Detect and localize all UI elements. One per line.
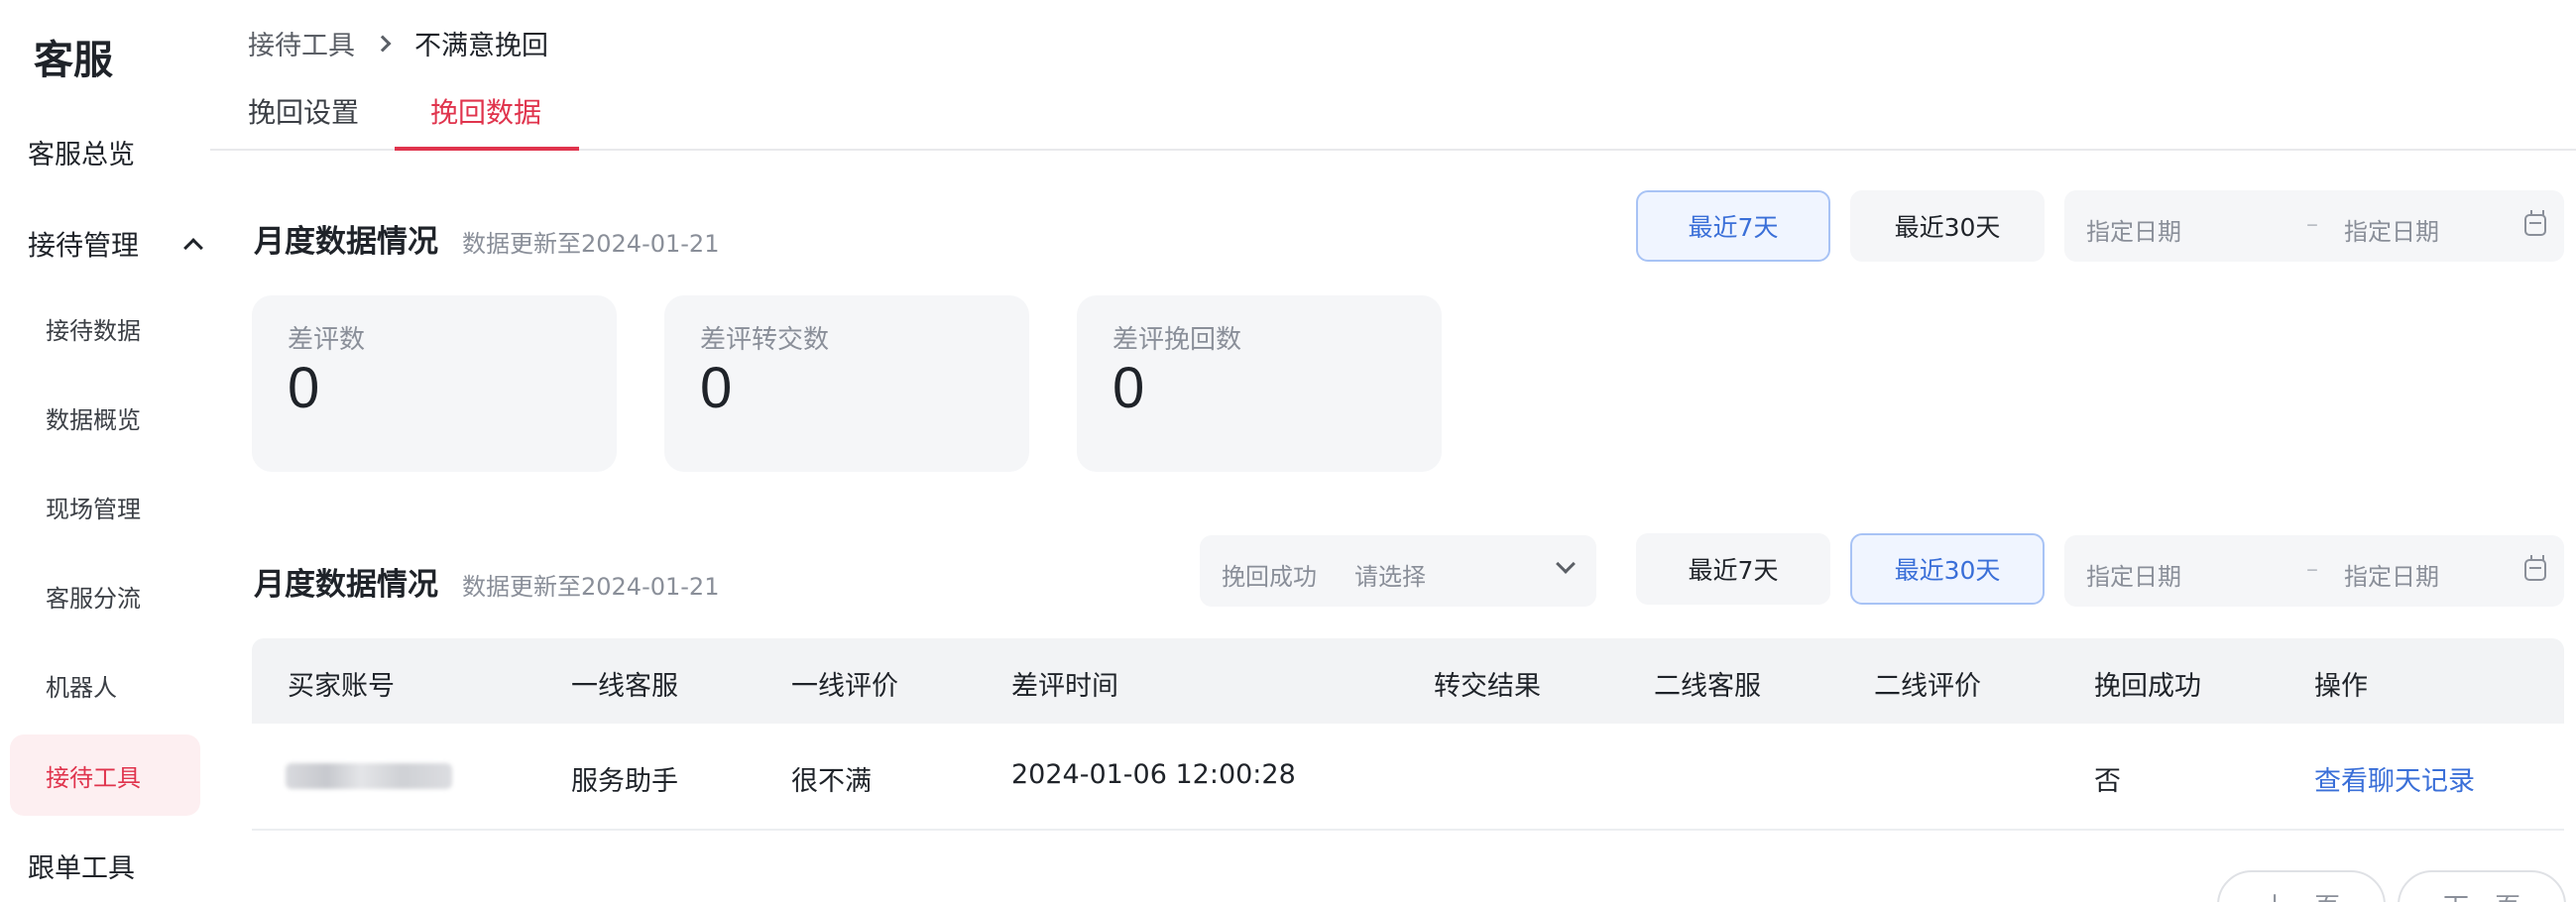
last-7-days-button[interactable]: 最近7天: [1636, 533, 1830, 605]
stat-card-bad-reviews: 差评数 0: [252, 295, 617, 472]
sidebar: 客服 客服总览 接待管理 接待数据 数据概览 现场管理 客服分流 机器人 接待工…: [0, 0, 210, 902]
sidebar-item-site-management[interactable]: 现场管理: [10, 466, 200, 547]
column-header-agent2: 二线客服: [1654, 671, 1761, 702]
sidebar-item-order-tools[interactable]: 跟单工具: [28, 846, 135, 885]
calendar-icon[interactable]: [2524, 555, 2546, 581]
column-header-rating2: 二线评价: [1874, 671, 1981, 702]
stat-label: 差评数: [288, 325, 366, 355]
last-30-days-button[interactable]: 最近30天: [1850, 190, 2045, 262]
stat-label: 差评挽回数: [1112, 325, 1242, 355]
breadcrumb-current: 不满意挽回: [414, 31, 548, 61]
column-header-time: 差评时间: [1011, 671, 1118, 702]
cell-rating: 很不满: [791, 766, 872, 797]
breadcrumb: 接待工具 不满意挽回: [248, 24, 548, 62]
stat-value: 0: [700, 356, 733, 420]
sidebar-title: 客服: [34, 38, 113, 83]
date-end-input[interactable]: 指定日期: [2344, 557, 2439, 592]
stat-value: 0: [288, 356, 320, 420]
date-range-picker[interactable]: 指定日期 – 指定日期: [2064, 535, 2564, 607]
sidebar-item-overview[interactable]: 客服总览: [28, 133, 135, 171]
last-30-days-button[interactable]: 最近30天: [1850, 533, 2045, 605]
sidebar-group-label: 接待管理: [28, 229, 140, 262]
column-header-rating: 一线评价: [791, 671, 898, 702]
chevron-up-icon: [183, 238, 203, 258]
column-header-transfer: 转交结果: [1434, 671, 1541, 702]
date-end-input[interactable]: 指定日期: [2344, 212, 2439, 247]
column-header-action: 操作: [2314, 671, 2368, 702]
calendar-icon[interactable]: [2524, 210, 2546, 236]
stat-card-recovered: 差评挽回数 0: [1077, 295, 1442, 472]
filter-label: 挽回成功: [1222, 563, 1317, 591]
filter-placeholder: 请选择: [1354, 563, 1426, 591]
sidebar-item-routing[interactable]: 客服分流: [10, 555, 200, 636]
date-separator: –: [2306, 210, 2318, 238]
section-update-note: 数据更新至2024-01-21: [462, 573, 720, 601]
buyer-account-redacted: [286, 763, 452, 789]
cell-recovered: 否: [2094, 766, 2121, 797]
tab-recovery-data[interactable]: 挽回数据: [430, 91, 541, 131]
prev-page-button[interactable]: 上一页: [2217, 870, 2386, 902]
chevron-right-icon: [374, 35, 392, 52]
column-header-recovered: 挽回成功: [2094, 671, 2201, 702]
sidebar-item-reception-tools[interactable]: 接待工具: [10, 734, 200, 816]
section-title-monthly: 月度数据情况: [254, 224, 438, 260]
column-header-buyer: 买家账号: [288, 671, 395, 702]
cell-agent: 服务助手: [571, 766, 678, 797]
chevron-down-icon: [1556, 554, 1576, 574]
sidebar-item-data-overview[interactable]: 数据概览: [10, 377, 200, 458]
section-title-monthly-detail: 月度数据情况: [254, 567, 438, 603]
last-7-days-button[interactable]: 最近7天: [1636, 190, 1830, 262]
date-separator: –: [2306, 555, 2318, 583]
section-update-note: 数据更新至2024-01-21: [462, 230, 720, 258]
view-chat-log-link[interactable]: 查看聊天记录: [2314, 759, 2475, 798]
stat-value: 0: [1112, 356, 1145, 420]
tab-bar: 挽回设置 挽回数据: [210, 83, 2576, 151]
sidebar-item-robot[interactable]: 机器人: [10, 644, 200, 726]
tab-recovery-settings[interactable]: 挽回设置: [248, 91, 359, 131]
column-header-agent: 一线客服: [571, 671, 678, 702]
table-header: 买家账号 一线客服 一线评价 差评时间 转交结果 二线客服 二线评价 挽回成功 …: [252, 638, 2564, 724]
cell-time: 2024-01-06 12:00:28: [1011, 759, 1296, 790]
table-row: 服务助手 很不满 2024-01-06 12:00:28 否 查看聊天记录: [252, 724, 2564, 831]
date-range-picker[interactable]: 指定日期 – 指定日期: [2064, 190, 2564, 262]
stat-label: 差评转交数: [700, 325, 830, 355]
breadcrumb-parent[interactable]: 接待工具: [248, 24, 355, 62]
stat-card-transferred: 差评转交数 0: [664, 295, 1029, 472]
date-start-input[interactable]: 指定日期: [2086, 212, 2181, 247]
date-start-input[interactable]: 指定日期: [2086, 557, 2181, 592]
sidebar-item-reception-data[interactable]: 接待数据: [10, 287, 200, 369]
active-tab-indicator: [395, 147, 579, 151]
sidebar-group-reception[interactable]: 接待管理: [28, 224, 206, 264]
next-page-button[interactable]: 下一页: [2398, 870, 2566, 902]
recovered-filter-select[interactable]: 挽回成功 请选择: [1200, 535, 1596, 607]
